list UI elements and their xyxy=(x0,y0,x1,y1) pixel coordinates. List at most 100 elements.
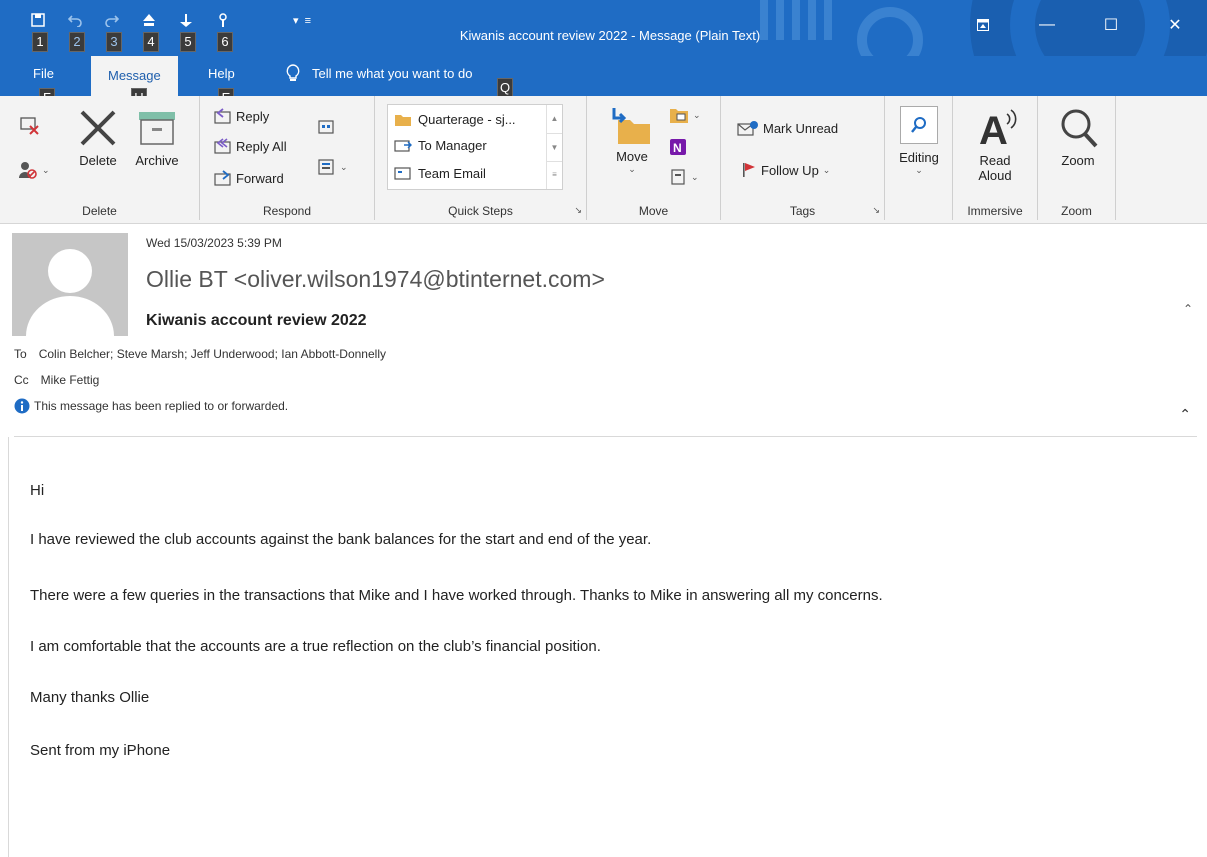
quick-step-item[interactable]: Quarterage - sj... xyxy=(394,111,516,127)
sender[interactable]: Ollie BT <oliver.wilson1974@btinternet.c… xyxy=(146,266,605,293)
chevron-down-icon: ⌄ xyxy=(628,164,636,174)
touch-mode-button[interactable]: 6 xyxy=(205,8,242,56)
ignore-button[interactable] xyxy=(18,114,40,136)
avatar xyxy=(12,233,128,336)
tell-me-search[interactable]: Tell me what you want to do xyxy=(286,64,472,82)
junk-button[interactable]: ⌄ xyxy=(18,160,50,180)
keytip: 3 xyxy=(106,32,122,52)
read-aloud-label-2: Aloud xyxy=(978,168,1012,183)
minimize-button[interactable]: — xyxy=(1015,10,1079,40)
zoom-label: Zoom xyxy=(1061,153,1095,168)
read-aloud-button[interactable]: A Read Aloud xyxy=(967,104,1023,183)
delete-label: Delete xyxy=(79,153,117,168)
ribbon-tabs: File F Message H Help E Tell me what you… xyxy=(0,56,1207,108)
forward-button[interactable]: Forward xyxy=(214,170,284,186)
quick-access-toolbar: 1 2 3 4 5 6 xyxy=(20,8,242,56)
quick-step-label: Team Email xyxy=(418,165,486,181)
minimize-icon: — xyxy=(1039,16,1055,33)
keytip: 1 xyxy=(32,32,48,52)
rules-button[interactable]: ⌄ xyxy=(669,106,701,124)
close-icon: ✕ xyxy=(1168,17,1182,34)
archive-button[interactable]: Archive xyxy=(128,106,186,168)
close-button[interactable]: ✕ xyxy=(1143,10,1207,40)
quick-step-label: Quarterage - sj... xyxy=(418,111,516,127)
collapse-ribbon-icon[interactable]: ⌃ xyxy=(1183,302,1193,316)
cc-recipients[interactable]: Mike Fettig xyxy=(41,373,100,387)
dialog-launcher-icon[interactable]: ↘ xyxy=(574,205,582,216)
title-bar: 1 2 3 4 5 6 ▾ ≡ Kiwanis account review 2… xyxy=(0,0,1207,60)
collapse-header-icon[interactable]: ⌃ xyxy=(1179,406,1191,423)
message-subject: Kiwanis account review 2022 xyxy=(146,312,367,329)
to-recipients[interactable]: Colin Belcher; Steve Marsh; Jeff Underwo… xyxy=(39,347,386,361)
group-label: Tags xyxy=(789,204,816,218)
meeting-icon xyxy=(318,120,334,134)
editing-button[interactable]: Editing ⌄ xyxy=(893,106,945,176)
maximize-button[interactable]: ☐ xyxy=(1079,10,1143,40)
ignore-icon xyxy=(20,117,39,135)
ribbon: ⌄ Delete Archive Delete Reply Reply All … xyxy=(0,96,1207,316)
body-line: Sent from my iPhone xyxy=(30,742,171,759)
editing-icon-frame xyxy=(900,106,938,144)
move-folder-icon xyxy=(612,108,650,144)
reply-all-button[interactable]: Reply All xyxy=(214,138,287,154)
ribbon-display-icon xyxy=(977,19,989,31)
save-button[interactable]: 1 xyxy=(20,8,57,56)
mark-unread-icon xyxy=(737,121,758,136)
undo-button[interactable]: 2 xyxy=(57,8,94,56)
quick-step-item[interactable]: Team Email xyxy=(394,165,486,181)
svg-text:A: A xyxy=(979,109,1008,150)
editing-group: Editing ⌄ xyxy=(885,96,953,220)
window-controls: — ☐ ✕ xyxy=(951,10,1207,40)
ribbon-display-options-button[interactable] xyxy=(951,10,1015,40)
dialog-launcher-icon[interactable]: ↘ xyxy=(872,205,880,216)
archive-icon xyxy=(139,112,175,145)
quick-step-item[interactable]: To Manager xyxy=(394,137,487,153)
meeting-reply-button[interactable] xyxy=(318,118,336,136)
keytip: 4 xyxy=(143,32,159,52)
reply-all-icon xyxy=(214,138,231,154)
window-title: Kiwanis account review 2022 - Message (P… xyxy=(459,28,761,43)
zoom-button[interactable]: Zoom xyxy=(1050,106,1106,168)
keytip: 5 xyxy=(180,32,196,52)
gallery-scrollbar[interactable]: ▲ ▼ ≡ xyxy=(546,105,562,189)
more-respond-button[interactable]: ⌄ xyxy=(318,158,348,176)
forward-label: Forward xyxy=(236,170,284,186)
group-label: Zoom xyxy=(1061,204,1092,218)
reply-button[interactable]: Reply xyxy=(214,108,269,124)
keytip: Q xyxy=(497,78,513,98)
scroll-down-icon[interactable]: ▼ xyxy=(547,133,562,161)
rules-icon xyxy=(670,109,688,123)
scroll-up-icon[interactable]: ▲ xyxy=(547,105,562,133)
move-label: Move xyxy=(616,149,648,164)
to-manager-icon xyxy=(394,140,412,152)
previous-item-button[interactable]: 4 xyxy=(131,8,168,56)
tab-message[interactable]: Message H xyxy=(91,56,178,108)
move-button[interactable]: Move ⌄ xyxy=(609,106,655,175)
tab-label: Help xyxy=(208,66,235,81)
more-respond-icon xyxy=(318,159,334,175)
search-icon xyxy=(911,117,926,133)
read-aloud-label-1: Read xyxy=(979,153,1011,168)
chevron-down-icon: ⌄ xyxy=(340,161,348,172)
zoom-icon xyxy=(1061,109,1098,148)
group-label: Delete xyxy=(82,204,117,218)
tab-file[interactable]: File F xyxy=(33,66,55,108)
zoom-group: Zoom Zoom xyxy=(1038,96,1116,220)
next-item-button[interactable]: 5 xyxy=(168,8,205,56)
chevron-down-icon: ⌄ xyxy=(822,164,831,175)
delete-button[interactable]: Delete xyxy=(72,106,124,168)
customize-qat-icon[interactable]: ▾ ≡ xyxy=(293,14,311,27)
follow-up-button[interactable]: Follow Up ⌄ xyxy=(741,162,830,178)
tab-help[interactable]: Help E xyxy=(208,66,235,108)
body-line: Many thanks Ollie xyxy=(30,689,150,706)
gallery-more-icon[interactable]: ≡ xyxy=(547,161,562,187)
redo-button[interactable]: 3 xyxy=(94,8,131,56)
move-group: Move ⌄ ⌄ N ⌄ Move xyxy=(587,96,721,220)
onenote-button[interactable]: N xyxy=(669,138,687,156)
mark-unread-button[interactable]: Mark Unread xyxy=(737,120,838,136)
keytip: 2 xyxy=(69,32,85,52)
onenote-icon: N xyxy=(670,139,686,155)
editing-label: Editing xyxy=(899,150,939,165)
actions-button[interactable]: ⌄ xyxy=(669,168,699,186)
respond-group: Reply Reply All Forward ⌄ Respond xyxy=(200,96,375,220)
